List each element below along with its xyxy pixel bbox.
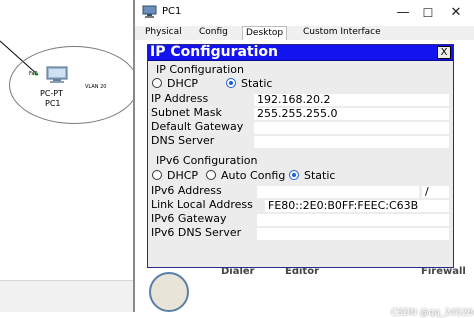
dns-server-label: DNS Server	[151, 134, 215, 147]
pc-name-label: PC1	[45, 99, 61, 108]
link-local-address-label: Link Local Address	[151, 198, 253, 211]
ipv6-address-field[interactable]	[257, 186, 419, 198]
ipv6-prefix-field[interactable]: /	[422, 186, 449, 198]
maximize-button[interactable]: ☐	[413, 2, 443, 24]
pc-type-label: PC-PT	[40, 89, 64, 98]
ip-config-header: IP Configuration X	[148, 44, 453, 61]
default-gateway-label: Default Gateway	[151, 120, 244, 133]
link-local-address-field[interactable]: FE80::2E0:B0FF:FEEC:C63B	[265, 200, 449, 212]
ip-address-field[interactable]: 192.168.20.2	[254, 94, 449, 106]
tab-custom-interface[interactable]: Custom Interface	[300, 26, 384, 40]
pc-icon	[46, 66, 68, 83]
ip-config-close-button[interactable]: X	[437, 46, 451, 59]
default-gateway-field[interactable]	[254, 122, 449, 134]
tab-bar: Physical Config Desktop Custom Interface	[135, 26, 474, 40]
ipv6-dhcp-radio[interactable]: DHCP	[152, 169, 198, 182]
vlan-label: VLAN 20	[85, 84, 107, 90]
dns-server-field[interactable]	[254, 136, 449, 148]
ipv4-section-title: IP Configuration	[156, 63, 244, 76]
tab-physical[interactable]: Physical	[142, 26, 185, 40]
radio-checked-icon	[226, 78, 236, 88]
ipv6-gateway-field[interactable]	[257, 214, 449, 226]
vlan-area-ellipse	[9, 46, 139, 124]
radio-unchecked-icon	[206, 170, 216, 180]
pc-window: PC1 — ☐ ✕ Physical Config Desktop Custom…	[133, 0, 474, 318]
tab-desktop[interactable]: Desktop	[242, 26, 288, 40]
window-titlebar[interactable]: PC1 — ☐ ✕	[135, 0, 474, 26]
ipv6-section-title: IPv6 Configuration	[156, 154, 258, 167]
ipv6-dns-server-field[interactable]	[257, 228, 449, 240]
radio-checked-icon	[289, 170, 299, 180]
ipv6-gateway-label: IPv6 Gateway	[151, 212, 227, 225]
ipv6-dhcp-label: DHCP	[167, 169, 199, 182]
ip-config-title: IP Configuration	[150, 44, 278, 60]
radio-unchecked-icon	[152, 78, 162, 88]
tab-config[interactable]: Config	[196, 26, 231, 40]
ipv6-auto-config-radio[interactable]: Auto Config	[206, 169, 285, 182]
ipv6-static-label: Static	[304, 169, 336, 182]
pc-app-icon	[142, 5, 157, 18]
ipv4-dhcp-label: DHCP	[167, 77, 199, 90]
ip-address-label: IP Address	[151, 92, 209, 105]
radio-unchecked-icon	[152, 170, 162, 180]
ipv6-dns-server-label: IPv6 DNS Server	[151, 226, 242, 239]
ipv6-auto-config-label: Auto Config	[221, 169, 286, 182]
ipv4-static-radio[interactable]: Static	[226, 77, 272, 90]
window-title: PC1	[162, 6, 182, 17]
port-label: Fa0	[29, 71, 38, 77]
close-button[interactable]: ✕	[441, 2, 471, 24]
ipv6-address-label: IPv6 Address	[151, 184, 222, 197]
subnet-mask-label: Subnet Mask	[151, 106, 222, 119]
subnet-mask-field[interactable]: 255.255.255.0	[254, 108, 449, 120]
watermark: CSDN @qq_24526483	[391, 308, 474, 318]
dialer-icon[interactable]	[149, 272, 189, 312]
ipv6-static-radio[interactable]: Static	[289, 169, 335, 182]
ipv4-dhcp-radio[interactable]: DHCP	[152, 77, 198, 90]
ipv4-static-label: Static	[241, 77, 273, 90]
ip-configuration-app: IP Configuration X IP Configuration DHCP…	[147, 44, 454, 268]
